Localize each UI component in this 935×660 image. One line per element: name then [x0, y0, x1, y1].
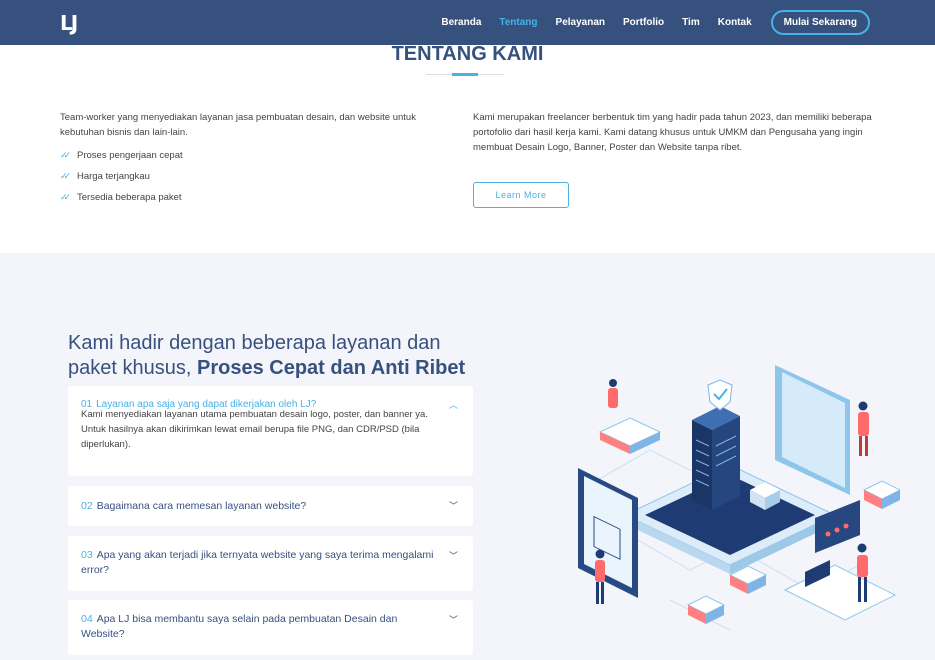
title-accent-bar	[452, 73, 478, 76]
feature-item: ✓✓ Tersedia beberapa paket	[60, 187, 460, 208]
nav-item-tim[interactable]: Tim	[682, 17, 700, 28]
faq-question-text: Bagaimana cara memesan layanan website?	[96, 500, 307, 512]
get-started-button[interactable]: Mulai Sekarang	[770, 10, 870, 35]
feature-label: Tersedia beberapa paket	[77, 192, 182, 203]
feature-label: Harga terjangkau	[77, 171, 150, 182]
logo[interactable]: LJ	[60, 11, 78, 35]
faq-question-text: Apa yang akan terjadi jika ternyata webs…	[81, 549, 434, 576]
faq-item-open[interactable]: 01 Layanan apa saja yang dapat dikerjakan…	[68, 386, 473, 476]
faq-question-text: Apa LJ bisa membantu saya selain pada pe…	[81, 613, 398, 640]
nav-menu: Beranda Tentang Pelayanan Portfolio Tim …	[423, 0, 870, 45]
feature-item: ✓✓ Harga terjangkau	[60, 166, 460, 187]
why-us-heading: Kami hadir dengan beberapa layanan dan p…	[68, 331, 488, 381]
faq-item[interactable]: 03 Apa yang akan terjadi jika ternyata we…	[68, 536, 473, 591]
nav-item-beranda[interactable]: Beranda	[441, 17, 481, 28]
faq-item[interactable]: 04 Apa LJ bisa membantu saya selain pada …	[68, 600, 473, 655]
double-check-icon: ✓✓	[60, 150, 71, 160]
nav-item-tentang[interactable]: Tentang	[499, 17, 537, 28]
about-left-column: Team-worker yang menyediakan layanan jas…	[60, 110, 460, 208]
about-right-column: Kami merupakan freelancer berbentuk tim …	[473, 110, 883, 155]
double-check-icon: ✓✓	[60, 192, 71, 202]
double-check-icon: ✓✓	[60, 171, 71, 181]
faq-answer: Kami menyediakan layanan utama pembuatan…	[81, 409, 428, 450]
navbar: LJ Beranda Tentang Pelayanan Portfolio T…	[0, 0, 935, 45]
feature-label: Proses pengerjaan cepat	[77, 150, 183, 161]
faq-question[interactable]: 02 Bagaimana cara memesan layanan website…	[81, 499, 437, 514]
faq-question[interactable]: 03 Apa yang akan terjadi jika ternyata we…	[81, 548, 437, 578]
faq-item[interactable]: 02 Bagaimana cara memesan layanan website…	[68, 486, 473, 526]
isometric-tech-illustration	[578, 365, 900, 631]
chevron-down-icon[interactable]: ﹀	[449, 613, 458, 626]
heading-bold: Proses Cepat dan Anti Ribet	[196, 357, 466, 379]
chevron-down-icon[interactable]: ﹀	[449, 549, 458, 562]
faq-number: 03	[81, 549, 93, 561]
about-intro-text: Team-worker yang menyediakan layanan jas…	[60, 112, 416, 138]
feature-list: ✓✓ Proses pengerjaan cepat ✓✓ Harga terjan…	[60, 145, 460, 208]
faq-number: 02	[81, 500, 93, 512]
section-title: TENTANG KAMI	[391, 43, 544, 65]
nav-item-pelayanan[interactable]: Pelayanan	[556, 17, 605, 28]
feature-item: ✓✓ Proses pengerjaan cepat	[60, 145, 460, 166]
about-description: Kami merupakan freelancer berbentuk tim …	[473, 112, 872, 153]
nav-item-kontak[interactable]: Kontak	[718, 17, 752, 28]
faq-number: 04	[81, 613, 93, 625]
chevron-down-icon[interactable]: ﹀	[449, 499, 458, 512]
nav-item-portfolio[interactable]: Portfolio	[623, 17, 664, 28]
faq-question[interactable]: 04 Apa LJ bisa membantu saya selain pada …	[81, 612, 437, 642]
learn-more-button[interactable]: Learn More	[473, 182, 569, 208]
